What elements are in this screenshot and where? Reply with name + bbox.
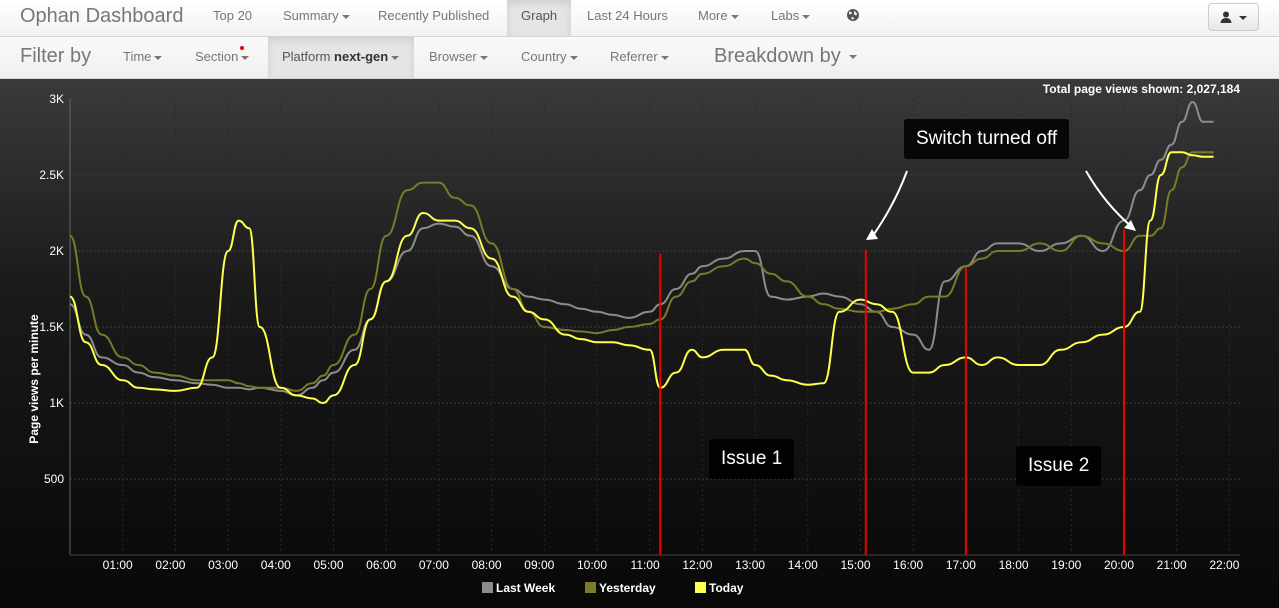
x-tick-label: 15:00 [840,558,870,572]
filter-browser[interactable]: Browser [415,37,502,78]
filter-time-label: Time [123,49,152,64]
x-tick-label: 13:00 [735,558,765,572]
brand-title[interactable]: Ophan Dashboard [20,5,183,28]
nav-recently-published[interactable]: Recently Published [364,0,503,36]
nav-last24-label: Last 24 Hours [587,8,668,23]
x-tick-label: 07:00 [419,558,449,572]
x-tick-label: 16:00 [893,558,923,572]
chevron-down-icon [341,14,350,19]
legend-swatch [695,582,706,593]
filter-country[interactable]: Country [507,37,592,78]
y-tick-label: 1.5K [39,320,64,334]
nav-labs[interactable]: Labs [757,0,824,36]
x-tick-label: 08:00 [472,558,502,572]
x-tick-label: 06:00 [366,558,396,572]
chevron-down-icon [391,55,400,60]
x-tick-label: 12:00 [682,558,712,572]
filter-time[interactable]: Time [109,37,176,78]
filter-platform-label: Platform [282,49,331,64]
filter-by-label: Filter by [20,45,92,67]
x-tick-label: 19:00 [1051,558,1081,572]
breakdown-by-label: Breakdown by [714,45,841,67]
nav-graph-label: Graph [521,8,558,23]
x-tick-label: 01:00 [103,558,133,572]
x-tick-label: 11:00 [631,558,660,572]
x-tick-label: 05:00 [313,558,343,572]
y-axis-title: Page views per minute [27,314,41,444]
x-tick-label: 22:00 [1209,558,1239,572]
nav-summary[interactable]: Summary [269,0,364,36]
nav-summary-label: Summary [283,8,339,23]
chevron-down-icon [660,55,669,60]
nav-recently-published-label: Recently Published [378,8,490,23]
chevron-down-icon [802,14,811,19]
chevron-down-icon [848,54,857,59]
x-tick-label: 02:00 [155,558,185,572]
x-tick-label: 14:00 [788,558,818,572]
series-line-yesterday [69,151,1214,392]
filter-section[interactable]: Section [181,37,263,78]
legend-label: Last Week [496,581,556,595]
legend-label: Yesterday [599,581,656,595]
filter-referrer[interactable]: Referrer [596,37,683,78]
nav-top20-label: Top 20 [213,8,253,23]
nav-last24[interactable]: Last 24 Hours [573,0,682,36]
nav-more[interactable]: More [684,0,753,36]
user-icon [1220,11,1232,23]
filter-bar: Filter by Time Section Platform next-gen… [0,37,1279,79]
legend-item-last-week[interactable]: Last Week [482,581,555,595]
top-navbar: Ophan Dashboard Top 20 Summary Recently … [0,0,1279,37]
globe-icon [847,9,859,21]
series-line-today [69,151,1214,405]
chevron-down-icon [154,55,163,60]
filter-platform-value: next-gen [334,49,389,64]
y-tick-label: 1K [49,396,64,410]
active-filter-dot [240,46,244,50]
x-tick-label: 09:00 [524,558,554,572]
annotation-arrow [1085,170,1133,228]
y-tick-label: 500 [44,472,64,486]
legend-item-yesterday[interactable]: Yesterday [585,581,656,595]
chart-area: Total page views shown: 2,027,184 500 1K 1… [0,79,1279,608]
line-chart: 500 1K 1.5K 2K 2.5K 3K 01:00 02:00 03:00 04:00 05:… [27,92,1240,572]
filter-country-label: Country [521,49,567,64]
annotation-switch-turned-off: Switch turned off [904,119,1070,159]
x-tick-label: 20:00 [1104,558,1134,572]
nav-more-label: More [698,8,728,23]
annotation-issue-2: Issue 2 [1016,446,1102,486]
y-tick-label: 2K [49,244,64,258]
filter-platform[interactable]: Platform next-gen [268,37,414,78]
chevron-down-icon [1238,16,1247,21]
legend-swatch [482,582,493,593]
legend-swatch [585,582,596,593]
filter-referrer-label: Referrer [610,49,658,64]
chevron-down-icon [730,14,739,19]
x-tick-label: 18:00 [999,558,1029,572]
annotation-issue-1: Issue 1 [709,439,795,479]
y-tick-label: 2.5K [39,168,64,182]
nav-graph[interactable]: Graph [507,0,571,36]
nav-labs-label: Labs [771,8,800,23]
nav-top20[interactable]: Top 20 [199,0,266,36]
filter-browser-label: Browser [429,49,477,64]
filter-section-label: Section [195,49,239,64]
x-tick-label: 04:00 [261,558,291,572]
chevron-down-icon [479,55,488,60]
annotation-arrow [871,170,908,238]
legend-label: Today [709,581,744,595]
globe-button[interactable] [832,0,874,36]
chevron-down-icon [569,55,578,60]
y-tick-label: 3K [49,92,64,106]
chevron-down-icon [241,55,250,60]
x-tick-label: 10:00 [577,558,607,572]
breakdown-by-menu[interactable]: Breakdown by [714,45,857,68]
user-menu-button[interactable] [1208,3,1259,31]
legend-item-today[interactable]: Today [695,581,743,595]
x-tick-label: 17:00 [946,558,976,572]
x-tick-label: 21:00 [1157,558,1187,572]
x-tick-label: 03:00 [208,558,238,572]
